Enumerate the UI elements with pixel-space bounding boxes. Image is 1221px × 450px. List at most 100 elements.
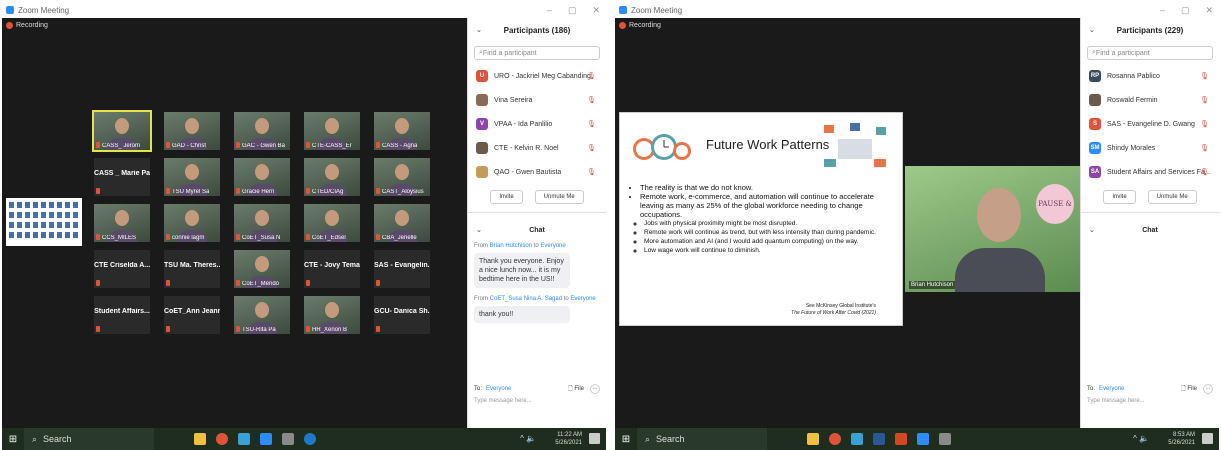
participant-item[interactable]: Vina Sereira 🎙 — [468, 88, 606, 112]
edge-icon[interactable] — [304, 433, 316, 445]
chevron-down-icon[interactable]: ⌄ — [1089, 26, 1095, 34]
participant-tile[interactable]: TSU Ma. Theres... — [164, 250, 220, 288]
chat-input[interactable]: Type message here... — [474, 398, 532, 404]
participant-search-input[interactable]: ⌕ Find a participant — [1087, 46, 1213, 60]
notifications-icon[interactable] — [589, 433, 600, 444]
participant-tile[interactable]: CASS - Agna — [374, 112, 430, 150]
file-explorer-icon[interactable] — [194, 433, 206, 445]
participant-item[interactable]: Roswald Fermin 🎙 — [1081, 88, 1219, 112]
participant-name: CoET_Edsel — [312, 235, 346, 241]
participant-tile[interactable]: CoET_Susa N — [234, 204, 290, 242]
app-icon[interactable] — [282, 433, 294, 445]
participant-tile[interactable]: CoET_Ann Jeann... — [164, 296, 220, 334]
maximize-button[interactable]: ▢ — [1181, 5, 1190, 16]
close-button[interactable]: ✕ — [1205, 5, 1213, 16]
powerpoint-icon[interactable] — [895, 433, 907, 445]
avatar: RP — [1089, 70, 1101, 82]
participant-tile[interactable]: CAST_Aloysius — [374, 158, 430, 196]
chevron-down-icon[interactable]: ⌄ — [476, 226, 482, 234]
muted-mic-icon: 🎙 — [587, 97, 596, 104]
taskbar-search[interactable]: ⌕ Search — [637, 428, 767, 450]
participant-tile[interactable]: CCS_MILES — [94, 204, 150, 242]
clocks-icon — [633, 134, 691, 160]
unmute-me-button[interactable]: Unmute Me — [1147, 190, 1197, 204]
participant-item[interactable]: S SAS - Evangeline D. Gwang 🎙 — [1081, 112, 1219, 136]
file-explorer-icon[interactable] — [807, 433, 819, 445]
file-button[interactable]: 🗋 File — [1181, 384, 1197, 394]
participant-tile[interactable]: Student Affairs... — [94, 296, 150, 334]
participant-tile[interactable]: TSU Myrel Sa — [164, 158, 220, 196]
windows-start-icon[interactable]: ⊞ — [615, 428, 637, 450]
participant-tile[interactable]: SAS - Evangelin... — [374, 250, 430, 288]
participant-tile[interactable]: GAC - Gwen Ba — [234, 112, 290, 150]
participant-tile[interactable]: CTE Criselda A... — [94, 250, 150, 288]
recording-label: Recording — [16, 22, 48, 29]
chat-title: Chat — [529, 226, 545, 234]
participant-tile[interactable]: connie lagm — [164, 204, 220, 242]
clock[interactable]: 11:22 AM 5/26/2021 — [555, 431, 582, 447]
more-icon[interactable]: ··· — [590, 384, 600, 394]
chrome-icon[interactable] — [829, 433, 841, 445]
close-button[interactable]: ✕ — [592, 5, 600, 16]
participant-item[interactable]: QAO - Gwen Bautista 🎙 — [468, 160, 606, 184]
app-icon[interactable] — [238, 433, 250, 445]
zoom-icon[interactable] — [917, 433, 929, 445]
participant-name: GAD - Christ — [172, 143, 207, 149]
participant-tile[interactable]: HR_Xenon B — [304, 296, 360, 334]
system-tray-icons[interactable]: ^ 🔈 — [520, 434, 536, 443]
participant-tile[interactable]: CTE - Jovy Temas — [304, 250, 360, 288]
muted-mic-icon — [166, 280, 170, 286]
participant-name: CTE Criselda A... — [94, 262, 150, 269]
clock[interactable]: 8:53 AM 5/26/2021 — [1168, 431, 1195, 447]
muted-mic-icon: 🎙 — [587, 73, 596, 80]
participant-tile[interactable]: CASS_ Jerom — [92, 110, 152, 152]
chevron-down-icon[interactable]: ⌄ — [1089, 226, 1095, 234]
shared-screen-thumbnail[interactable] — [6, 198, 82, 246]
participant-item[interactable]: RP Rosanna Pablico 🎙 — [1081, 64, 1219, 88]
participant-item[interactable]: CTE - Kelvin R. Noel 🎙 — [468, 136, 606, 160]
minimize-button[interactable]: – — [547, 5, 552, 16]
participant-name: CAST_Aloysius — [382, 189, 424, 195]
participant-tile[interactable]: CBA_Jenelle — [374, 204, 430, 242]
chat-input[interactable]: Type message here... — [1087, 398, 1145, 404]
minimize-button[interactable]: – — [1160, 5, 1165, 16]
chrome-icon[interactable] — [216, 433, 228, 445]
maximize-button[interactable]: ▢ — [568, 5, 577, 16]
windows-start-icon[interactable]: ⊞ — [2, 428, 24, 450]
recording-indicator: Recording — [619, 22, 661, 29]
participant-item[interactable]: V VPAA - Ida Panlilio 🎙 — [468, 112, 606, 136]
participant-item[interactable]: SM Shindy Morales 🎙 — [1081, 136, 1219, 160]
invite-button[interactable]: Invite — [490, 190, 523, 204]
participant-tile[interactable]: TSU-Rita Pa — [234, 296, 290, 334]
recipient-select[interactable]: Everyone — [486, 386, 511, 392]
participant-tile[interactable]: CASS _ Marie Pa... — [94, 158, 150, 196]
participant-face — [255, 118, 269, 134]
participant-tile[interactable]: CoET_Edsel — [304, 204, 360, 242]
taskbar-search[interactable]: ⌕ Search — [24, 428, 154, 450]
participant-item[interactable]: SA Student Affairs and Services Fa... 🎙 — [1081, 160, 1219, 184]
app-icon[interactable] — [851, 433, 863, 445]
speaker-video[interactable]: PAUSE & Brian Hutchison — [905, 166, 1080, 292]
word-icon[interactable] — [873, 433, 885, 445]
participant-tile[interactable]: CTE-CASS_Er — [304, 112, 360, 150]
system-tray-icons[interactable]: ^ 🔈 — [1133, 434, 1149, 443]
more-icon[interactable]: ··· — [1203, 384, 1213, 394]
app-icon[interactable] — [939, 433, 951, 445]
participant-item[interactable]: U URO - Jackriel Meg Cabanding 🎙 — [468, 64, 606, 88]
file-button[interactable]: 🗋 File — [568, 384, 584, 394]
participant-tile[interactable]: CTED/CIAg — [304, 158, 360, 196]
notifications-icon[interactable] — [1202, 433, 1213, 444]
avatar — [476, 166, 488, 178]
participant-tile[interactable]: CoET_Mendo — [234, 250, 290, 288]
participant-name: SAS - Evangeline D. Gwang — [1107, 120, 1195, 128]
invite-button[interactable]: Invite — [1103, 190, 1136, 204]
chevron-down-icon[interactable]: ⌄ — [476, 26, 482, 34]
participant-tile[interactable]: GAD - Christ — [164, 112, 220, 150]
zoom-icon[interactable] — [260, 433, 272, 445]
participant-search-input[interactable]: ⌕ Find a participant — [474, 46, 600, 60]
participant-tile[interactable]: Gracie Hern — [234, 158, 290, 196]
participant-tile[interactable]: GCU- Danica Sh... — [374, 296, 430, 334]
recipient-select[interactable]: Everyone — [1099, 386, 1124, 392]
unmute-me-button[interactable]: Unmute Me — [534, 190, 584, 204]
muted-mic-icon — [96, 142, 100, 148]
